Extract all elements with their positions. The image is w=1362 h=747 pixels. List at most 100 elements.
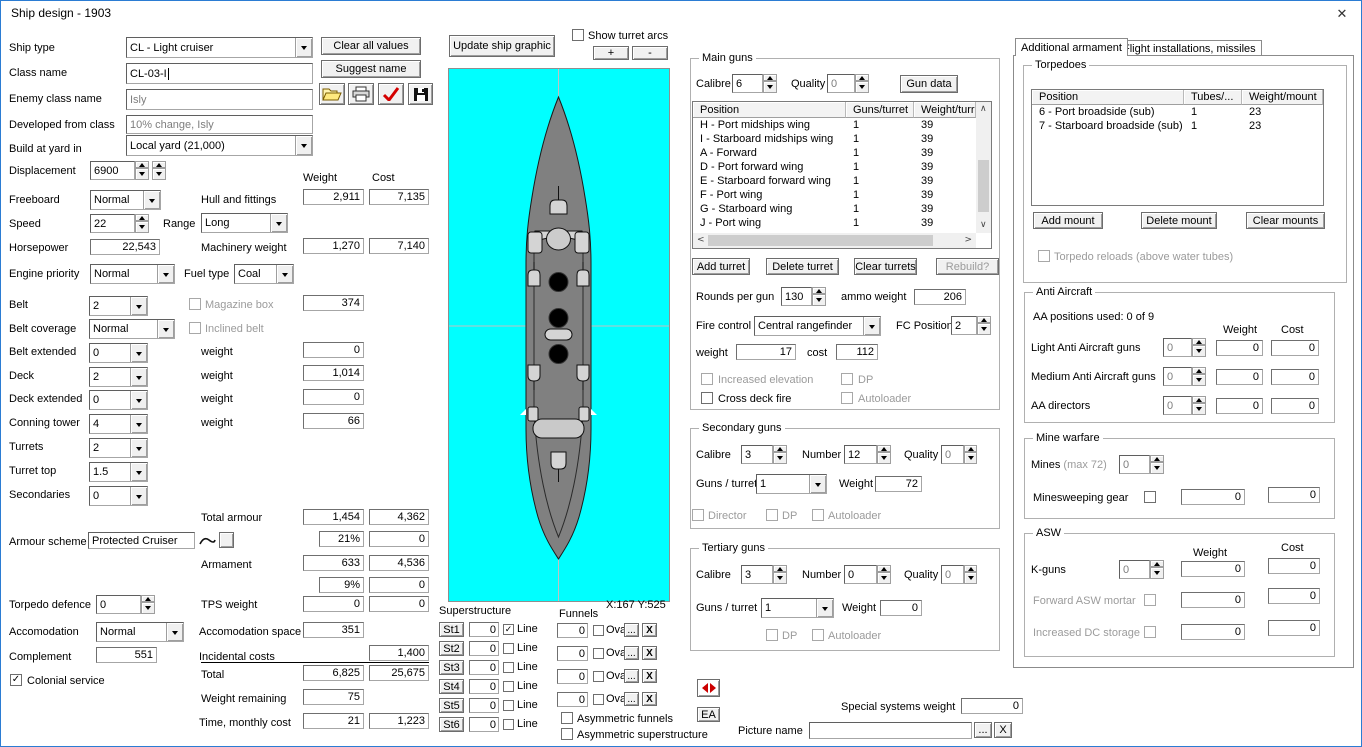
oval-checkbox[interactable] — [593, 694, 604, 705]
chevron-down-icon[interactable] — [130, 344, 147, 362]
ship-type-select[interactable]: CL - Light cruiser — [126, 37, 313, 58]
chevron-down-icon[interactable] — [130, 439, 147, 457]
gun-data-button[interactable]: Gun data — [900, 75, 958, 93]
clear-mounts-button[interactable]: Clear mounts — [1246, 212, 1325, 229]
ter-number-spinner[interactable] — [877, 565, 891, 584]
calibre-spinner[interactable] — [763, 74, 777, 93]
st-value-field[interactable]: 0 — [469, 622, 499, 637]
st-button[interactable]: St5 — [439, 698, 464, 713]
turret-row[interactable]: H - Port midships wing 1 39 — [693, 118, 991, 132]
displacement-input[interactable]: 6900 — [90, 161, 135, 180]
clear-turrets-button[interactable]: Clear turrets — [854, 258, 917, 275]
chevron-down-icon[interactable] — [816, 599, 833, 617]
line-checkbox[interactable] — [503, 643, 514, 654]
ter-gpt-select[interactable]: 1 — [761, 598, 834, 618]
chevron-down-icon[interactable] — [295, 38, 312, 57]
chevron-down-icon[interactable] — [166, 623, 183, 641]
turret-table[interactable]: Position Guns/turret Weight/turre H - Po… — [692, 101, 992, 249]
medium-aa-input[interactable]: 0 — [1163, 367, 1192, 386]
clear-all-values-button[interactable]: Clear all values — [321, 37, 421, 55]
st-button[interactable]: St6 — [439, 717, 464, 732]
kguns-input[interactable]: 0 — [1119, 560, 1150, 579]
sec-calibre-input[interactable]: 3 — [741, 445, 773, 464]
fire-control-select[interactable]: Central rangefinder — [754, 316, 881, 336]
chevron-down-icon[interactable] — [157, 265, 174, 283]
picture-clear-button[interactable]: X — [994, 722, 1012, 738]
col-position[interactable]: Position — [693, 102, 846, 118]
turret-row[interactable]: E - Starboard forward wing 1 39 — [693, 174, 991, 188]
turret-row[interactable]: A - Forward 1 39 — [693, 146, 991, 160]
light-aa-spinner[interactable] — [1192, 338, 1206, 357]
class-name-input[interactable]: CL-03-I — [126, 63, 313, 84]
kguns-spinner[interactable] — [1150, 560, 1164, 579]
cross-deck-fire-checkbox[interactable] — [701, 392, 713, 404]
scroll-down-icon[interactable]: ∨ — [980, 221, 987, 230]
delete-turret-button[interactable]: Delete turret — [766, 258, 839, 275]
st-value-field[interactable]: 0 — [469, 641, 499, 656]
deck-select[interactable]: 2 — [89, 367, 148, 387]
chevron-down-icon[interactable] — [130, 463, 147, 481]
mines-spinner[interactable] — [1150, 455, 1164, 474]
tab-flight-installations[interactable]: Flight installations, missiles — [1117, 40, 1262, 56]
chevron-down-icon[interactable] — [276, 265, 293, 283]
speed-input[interactable]: 22 — [90, 214, 135, 233]
accomodation-select[interactable]: Normal — [96, 622, 184, 642]
light-aa-input[interactable]: 0 — [1163, 338, 1192, 357]
chevron-down-icon[interactable] — [157, 320, 174, 338]
oval-checkbox[interactable] — [593, 625, 604, 636]
chevron-down-icon[interactable] — [130, 391, 147, 409]
displacement-spinner[interactable] — [135, 161, 149, 180]
chevron-down-icon[interactable] — [143, 191, 160, 209]
developed-from-input[interactable]: 10% change, Isly — [126, 115, 313, 134]
enemy-class-input[interactable]: Isly — [126, 89, 313, 110]
turret-row[interactable]: G - Starboard wing 1 39 — [693, 202, 991, 216]
chevron-down-icon[interactable] — [130, 415, 147, 433]
ter-calibre-input[interactable]: 3 — [741, 565, 773, 584]
ter-quality-spinner[interactable] — [964, 565, 977, 584]
belt-coverage-select[interactable]: Normal — [89, 319, 175, 339]
funnel-delete-button[interactable]: X — [642, 669, 657, 683]
sec-calibre-spinner[interactable] — [773, 445, 787, 464]
turret-table-hscroll[interactable]: < > — [693, 233, 976, 248]
ter-number-input[interactable]: 0 — [844, 565, 877, 584]
line-checkbox[interactable] — [503, 662, 514, 673]
chevron-down-icon[interactable] — [130, 368, 147, 386]
ship-canvas[interactable] — [448, 68, 670, 602]
ter-calibre-spinner[interactable] — [773, 565, 787, 584]
sec-number-spinner[interactable] — [877, 445, 891, 464]
st-button[interactable]: St4 — [439, 679, 464, 694]
show-turret-arcs-checkbox[interactable] — [572, 29, 584, 41]
validate-button[interactable] — [378, 83, 404, 105]
calibre-input[interactable]: 6 — [732, 74, 763, 93]
torpedo-defence-spinner[interactable] — [141, 595, 155, 614]
fc-positions-input[interactable]: 2 — [951, 316, 977, 335]
col-guns-turret[interactable]: Guns/turret — [846, 102, 914, 118]
ter-quality-input[interactable]: 0 — [941, 565, 964, 584]
turret-table-vscroll[interactable]: ∧ ∨ — [976, 102, 991, 233]
line-checkbox[interactable] — [503, 624, 514, 635]
medium-aa-spinner[interactable] — [1192, 367, 1206, 386]
turret-row[interactable]: F - Port wing 1 39 — [693, 188, 991, 202]
update-graphic-button[interactable]: Update ship graphic — [449, 35, 555, 57]
picture-name-input[interactable] — [809, 722, 972, 739]
aa-directors-spinner[interactable] — [1192, 396, 1206, 415]
add-mount-button[interactable]: Add mount — [1033, 212, 1103, 229]
funnel-value-field[interactable]: 0 — [557, 669, 588, 684]
funnel-browse-button[interactable]: ... — [624, 692, 639, 706]
col-torp-position[interactable]: Position — [1032, 90, 1184, 105]
suggest-name-button[interactable]: Suggest name — [321, 60, 421, 78]
oval-checkbox[interactable] — [593, 671, 604, 682]
add-turret-button[interactable]: Add turret — [692, 258, 750, 275]
fc-positions-spinner[interactable] — [977, 316, 991, 335]
minesweeping-checkbox[interactable] — [1144, 491, 1156, 503]
st-button[interactable]: St1 — [439, 622, 464, 637]
print-button[interactable] — [348, 83, 374, 105]
chevron-down-icon[interactable] — [863, 317, 880, 335]
sec-gpt-select[interactable]: 1 — [756, 474, 827, 494]
funnel-browse-button[interactable]: ... — [624, 646, 639, 660]
mines-input[interactable]: 0 — [1119, 455, 1150, 474]
scroll-right-icon[interactable]: > — [964, 236, 972, 245]
chevron-down-icon[interactable] — [295, 136, 312, 155]
turret-row[interactable]: J - Port wing 1 39 — [693, 216, 991, 230]
funnel-delete-button[interactable]: X — [642, 623, 657, 637]
